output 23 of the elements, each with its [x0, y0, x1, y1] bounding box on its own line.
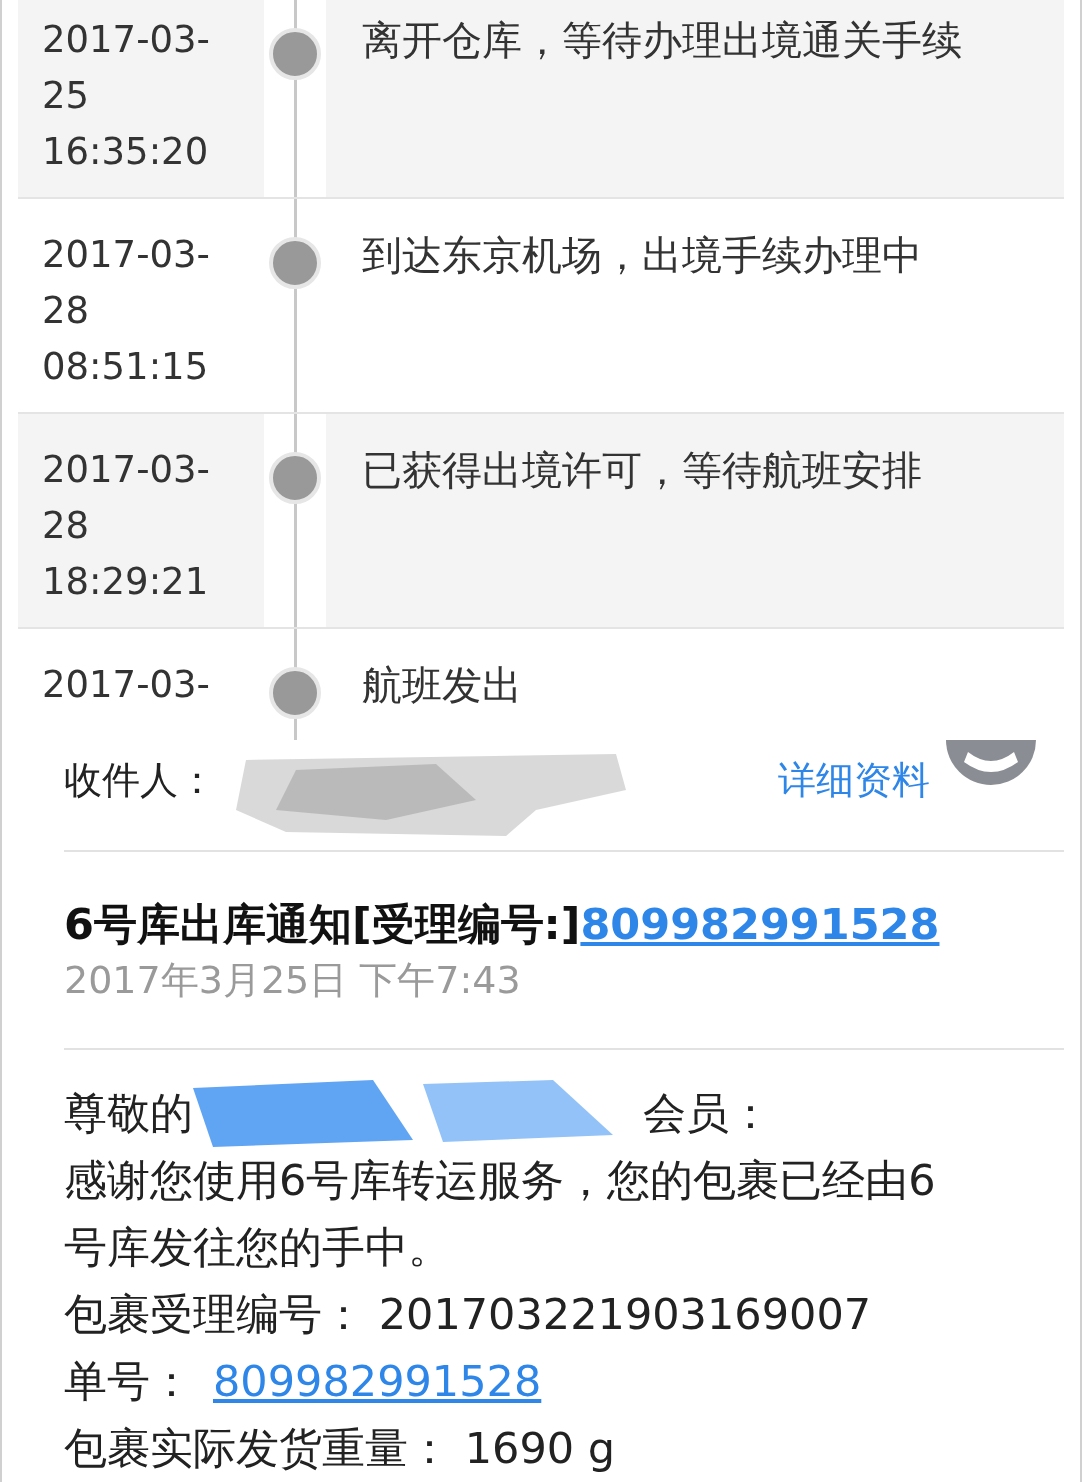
tracking-number-label: 单号： — [64, 1355, 193, 1408]
greeting-text: 会员： — [643, 1087, 772, 1140]
date-text: 2017-03-28 — [42, 447, 211, 549]
body-text: 感谢您使用6号库转运服务，您的包裹已经由6号库发往您的手中。 — [64, 1154, 937, 1274]
time-text: 08:51:15 — [42, 344, 210, 390]
body-text: 包裹实际发货重量： 1690 g — [64, 1422, 617, 1475]
recipient-label: 收件人： — [64, 757, 216, 804]
greeting-text: 尊敬的 — [64, 1087, 193, 1140]
date-text: 2017-03-28 — [42, 232, 211, 334]
time-text: 16:35:20 — [42, 129, 210, 175]
body-text: 包裹受理编号： 201703221903169007 — [64, 1288, 873, 1341]
sent-date: 2017年3月25日 下午7:43 — [64, 957, 522, 1004]
event-text: 已获得出境许可，等待航班安排 — [362, 446, 923, 495]
details-link[interactable]: 详细资料 — [778, 748, 930, 808]
event-text: 离开仓库，等待办理出境通关手续 — [362, 16, 963, 65]
subject-link[interactable]: 809982991528 — [580, 899, 940, 949]
event-text: 到达东京机场，出境手续办理中 — [362, 231, 923, 280]
event-text: 航班发出 — [362, 661, 523, 710]
time-text: 18:29:21 — [42, 559, 210, 605]
date-text: 2017-03- — [42, 662, 211, 708]
tracking-number-link[interactable]: 809982991528 — [213, 1348, 542, 1415]
date-text: 2017-03-25 — [42, 17, 211, 119]
subject-line: 6号库出库通知[受理编号:]809982991528 — [64, 898, 941, 951]
